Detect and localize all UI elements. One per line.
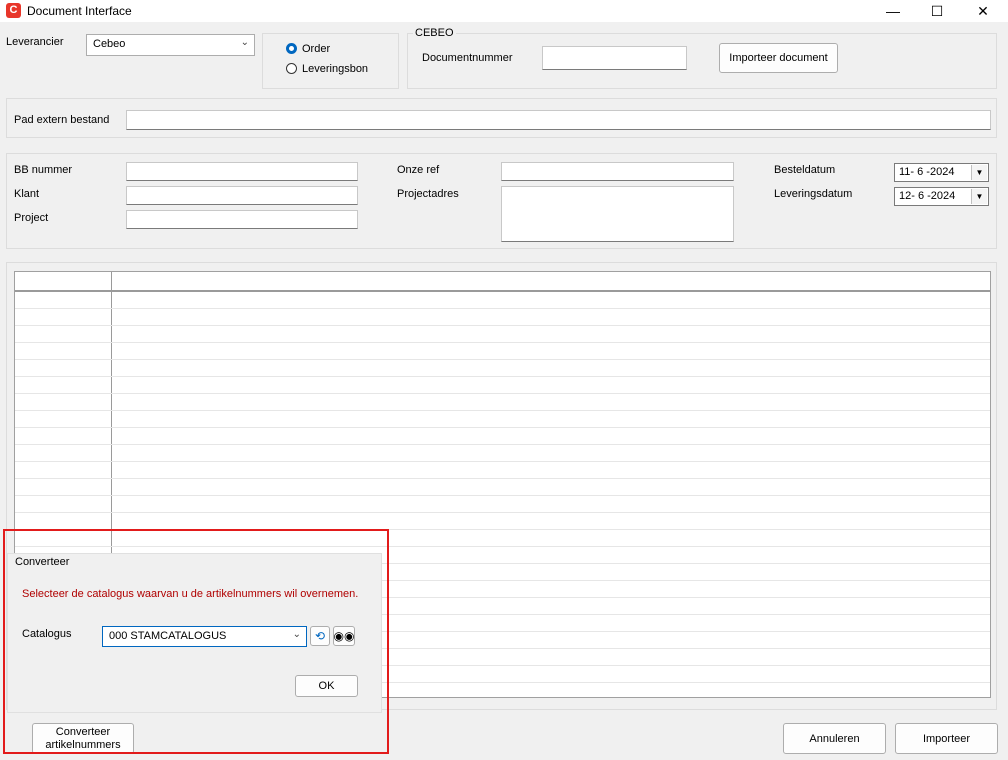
window-title: Document Interface	[27, 4, 132, 18]
table-cell[interactable]	[15, 309, 112, 325]
docnum-label: Documentnummer	[422, 52, 513, 64]
table-cell[interactable]	[112, 394, 990, 410]
table-row[interactable]	[15, 513, 990, 530]
table-cell[interactable]	[112, 462, 990, 478]
projectadres-label: Projectadres	[397, 188, 459, 200]
cebeo-legend: CEBEO	[413, 27, 456, 39]
table-cell[interactable]	[112, 309, 990, 325]
table-cell[interactable]	[112, 513, 990, 529]
radio-order-label[interactable]: Order	[302, 43, 330, 55]
table-cell[interactable]	[15, 428, 112, 444]
klant-input[interactable]	[126, 186, 358, 205]
grid-header-col2[interactable]	[112, 272, 990, 290]
table-cell[interactable]	[15, 445, 112, 461]
table-row[interactable]	[15, 428, 990, 445]
table-row[interactable]	[15, 309, 990, 326]
supplier-label: Leverancier	[6, 36, 64, 48]
docnum-input[interactable]	[542, 46, 687, 70]
supplier-select[interactable]: Cebeo ⌄	[86, 34, 255, 56]
doc-type-panel	[262, 33, 399, 89]
projectadres-textarea[interactable]	[501, 186, 734, 242]
table-cell[interactable]	[15, 496, 112, 512]
radio-leveringsbon[interactable]	[286, 63, 297, 74]
leveringsdatum-picker[interactable]: 12- 6 -2024 ▼	[894, 187, 989, 206]
table-row[interactable]	[15, 377, 990, 394]
table-row[interactable]	[15, 326, 990, 343]
klant-label: Klant	[14, 188, 40, 200]
table-cell[interactable]	[15, 326, 112, 342]
table-row[interactable]	[15, 479, 990, 496]
table-cell[interactable]	[112, 292, 990, 308]
table-row[interactable]	[15, 292, 990, 309]
import-document-button[interactable]: Importeer document	[719, 43, 838, 73]
table-cell[interactable]	[15, 513, 112, 529]
table-row[interactable]	[15, 496, 990, 513]
table-cell[interactable]	[112, 343, 990, 359]
project-input[interactable]	[126, 210, 358, 229]
project-label: Project	[14, 212, 49, 224]
table-cell[interactable]	[15, 292, 112, 308]
table-cell[interactable]	[112, 326, 990, 342]
onze-ref-label: Onze ref	[397, 164, 440, 176]
table-row[interactable]	[15, 411, 990, 428]
onze-ref-input[interactable]	[501, 162, 734, 181]
table-cell[interactable]	[15, 343, 112, 359]
table-cell[interactable]	[15, 479, 112, 495]
table-row[interactable]	[15, 360, 990, 377]
highlight-box	[3, 529, 389, 754]
besteldatum-value: 11- 6 -2024	[899, 166, 955, 178]
table-cell[interactable]	[112, 411, 990, 427]
cancel-button[interactable]: Annuleren	[783, 723, 886, 754]
table-cell[interactable]	[112, 428, 990, 444]
leveringsdatum-value: 12- 6 -2024	[899, 190, 956, 202]
import-button[interactable]: Importeer	[895, 723, 998, 754]
chevron-down-icon: ⌄	[240, 37, 249, 48]
leveringsdatum-label: Leveringsdatum	[774, 188, 853, 200]
besteldatum-label: Besteldatum	[774, 164, 836, 176]
table-cell[interactable]	[112, 360, 990, 376]
table-cell[interactable]	[15, 377, 112, 393]
table-cell[interactable]	[112, 445, 990, 461]
radio-leveringsbon-label[interactable]: Leveringsbon	[302, 63, 368, 75]
bb-number-label: BB nummer	[14, 164, 73, 176]
app-logo-icon: C	[6, 3, 21, 18]
title-bar: C Document Interface — ☐ ✕	[0, 0, 1008, 22]
table-cell[interactable]	[112, 479, 990, 495]
table-cell[interactable]	[15, 462, 112, 478]
path-input[interactable]	[126, 110, 991, 130]
maximize-icon[interactable]: ☐	[914, 0, 960, 22]
table-cell[interactable]	[15, 394, 112, 410]
dropdown-arrow-icon[interactable]: ▼	[971, 165, 987, 180]
radio-order[interactable]	[286, 43, 297, 54]
supplier-value: Cebeo	[93, 38, 126, 50]
grid-header	[15, 272, 990, 292]
table-row[interactable]	[15, 462, 990, 479]
close-icon[interactable]: ✕	[960, 0, 1006, 22]
table-cell[interactable]	[15, 360, 112, 376]
grid-header-col1[interactable]	[15, 272, 112, 290]
table-row[interactable]	[15, 394, 990, 411]
besteldatum-picker[interactable]: 11- 6 -2024 ▼	[894, 163, 989, 182]
table-cell[interactable]	[112, 496, 990, 512]
dropdown-arrow-icon[interactable]: ▼	[971, 189, 987, 204]
minimize-icon[interactable]: —	[870, 0, 916, 22]
bb-number-input[interactable]	[126, 162, 358, 181]
table-cell[interactable]	[112, 377, 990, 393]
table-cell[interactable]	[15, 411, 112, 427]
table-row[interactable]	[15, 343, 990, 360]
path-label: Pad extern bestand	[14, 114, 110, 126]
table-row[interactable]	[15, 445, 990, 462]
